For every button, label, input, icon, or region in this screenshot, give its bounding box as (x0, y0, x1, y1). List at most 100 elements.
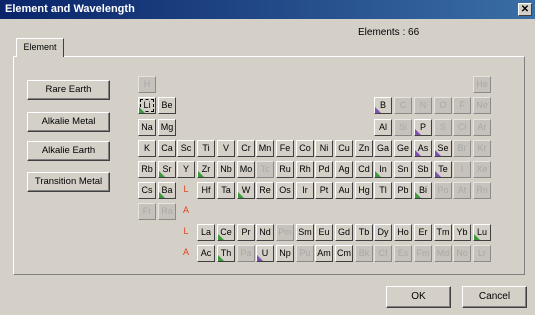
element-cell-tm[interactable]: Tm (434, 224, 452, 241)
element-cell-cs[interactable]: Cs (138, 182, 156, 199)
element-cell-yb[interactable]: Yb (453, 224, 471, 241)
element-cell-pa[interactable]: Pa (237, 245, 255, 262)
element-cell-rh[interactable]: Rh (296, 161, 314, 178)
element-cell-fm[interactable]: Fm (414, 245, 432, 262)
element-cell-gd[interactable]: Gd (335, 224, 353, 241)
element-cell-zn[interactable]: Zn (355, 140, 373, 157)
element-cell-sr[interactable]: Sr (158, 161, 176, 178)
element-cell-pt[interactable]: Pt (315, 182, 333, 199)
element-cell-sm[interactable]: Sm (296, 224, 314, 241)
element-cell-mo[interactable]: Mo (237, 161, 255, 178)
element-cell-ga[interactable]: Ga (374, 140, 392, 157)
element-cell-rn[interactable]: Rn (473, 182, 491, 199)
element-cell-tl[interactable]: Tl (374, 182, 392, 199)
element-cell-tc[interactable]: Tc (256, 161, 274, 178)
element-cell-hg[interactable]: Hg (355, 182, 373, 199)
element-cell-s[interactable]: S (434, 119, 452, 136)
element-cell-y[interactable]: Y (177, 161, 195, 178)
element-cell-ag[interactable]: Ag (335, 161, 353, 178)
element-cell-ru[interactable]: Ru (276, 161, 294, 178)
element-cell-am[interactable]: Am (315, 245, 333, 262)
element-cell-ra[interactable]: Ra (158, 203, 176, 220)
element-cell-u[interactable]: U (256, 245, 274, 262)
element-cell-pu[interactable]: Pu (296, 245, 314, 262)
element-cell-na[interactable]: Na (138, 119, 156, 136)
element-cell-cf[interactable]: Cf (374, 245, 392, 262)
element-cell-cr[interactable]: Cr (237, 140, 255, 157)
alkalie-earth-button[interactable]: Alkalie Earth (27, 141, 110, 161)
element-cell-dy[interactable]: Dy (374, 224, 392, 241)
element-cell-nb[interactable]: Nb (217, 161, 235, 178)
element-cell-cl[interactable]: Cl (453, 119, 471, 136)
element-cell-ge[interactable]: Ge (394, 140, 412, 157)
element-cell-ti[interactable]: Ti (197, 140, 215, 157)
element-cell-li[interactable]: Li (138, 97, 156, 114)
element-cell-as[interactable]: As (414, 140, 432, 157)
element-cell-si[interactable]: Si (394, 119, 412, 136)
element-cell-al[interactable]: Al (374, 119, 392, 136)
element-cell-er[interactable]: Er (414, 224, 432, 241)
element-cell-ne[interactable]: Ne (473, 97, 491, 114)
element-cell-i[interactable]: I (453, 161, 471, 178)
element-cell-bk[interactable]: Bk (355, 245, 373, 262)
element-cell-pm[interactable]: Pm (276, 224, 294, 241)
element-cell-zr[interactable]: Zr (197, 161, 215, 178)
element-cell-sn[interactable]: Sn (394, 161, 412, 178)
element-cell-cu[interactable]: Cu (335, 140, 353, 157)
element-cell-md[interactable]: Md (434, 245, 452, 262)
element-cell-lr[interactable]: Lr (473, 245, 491, 262)
element-cell-la[interactable]: La (197, 224, 215, 241)
element-cell-cd[interactable]: Cd (355, 161, 373, 178)
element-cell-ni[interactable]: Ni (315, 140, 333, 157)
element-cell-at[interactable]: At (453, 182, 471, 199)
element-cell-in[interactable]: In (374, 161, 392, 178)
element-cell-o[interactable]: O (434, 97, 452, 114)
element-cell-k[interactable]: K (138, 140, 156, 157)
element-cell-kr[interactable]: Kr (473, 140, 491, 157)
close-button[interactable]: ✕ (518, 3, 532, 16)
element-cell-nd[interactable]: Nd (256, 224, 274, 241)
element-cell-np[interactable]: Np (276, 245, 294, 262)
element-cell-au[interactable]: Au (335, 182, 353, 199)
element-cell-v[interactable]: V (217, 140, 235, 157)
element-cell-p[interactable]: P (414, 119, 432, 136)
element-cell-pr[interactable]: Pr (237, 224, 255, 241)
element-cell-ir[interactable]: Ir (296, 182, 314, 199)
element-cell-ba[interactable]: Ba (158, 182, 176, 199)
element-cell-th[interactable]: Th (217, 245, 235, 262)
cancel-button[interactable]: Cancel (462, 286, 527, 308)
element-cell-he[interactable]: He (473, 76, 491, 93)
element-cell-n[interactable]: N (414, 97, 432, 114)
element-cell-w[interactable]: W (237, 182, 255, 199)
element-cell-ca[interactable]: Ca (158, 140, 176, 157)
element-cell-mg[interactable]: Mg (158, 119, 176, 136)
alkalie-metal-button[interactable]: Alkalie Metal (27, 112, 110, 132)
element-cell-lu[interactable]: Lu (473, 224, 491, 241)
element-cell-os[interactable]: Os (276, 182, 294, 199)
element-cell-sc[interactable]: Sc (177, 140, 195, 157)
element-cell-hf[interactable]: Hf (197, 182, 215, 199)
element-cell-ce[interactable]: Ce (217, 224, 235, 241)
transition-metal-button[interactable]: Transition Metal (27, 172, 110, 192)
element-cell-tb[interactable]: Tb (355, 224, 373, 241)
element-cell-f[interactable]: F (453, 97, 471, 114)
element-cell-ar[interactable]: Ar (473, 119, 491, 136)
element-cell-ho[interactable]: Ho (394, 224, 412, 241)
rare-earth-button[interactable]: Rare Earth (27, 80, 110, 100)
element-cell-se[interactable]: Se (434, 140, 452, 157)
element-cell-h[interactable]: H (138, 76, 156, 93)
element-cell-pd[interactable]: Pd (315, 161, 333, 178)
element-cell-re[interactable]: Re (256, 182, 274, 199)
element-cell-eu[interactable]: Eu (315, 224, 333, 241)
element-cell-c[interactable]: C (394, 97, 412, 114)
element-cell-po[interactable]: Po (434, 182, 452, 199)
element-cell-be[interactable]: Be (158, 97, 176, 114)
element-cell-es[interactable]: Es (394, 245, 412, 262)
element-cell-b[interactable]: B (374, 97, 392, 114)
element-cell-rb[interactable]: Rb (138, 161, 156, 178)
element-cell-mn[interactable]: Mn (256, 140, 274, 157)
element-cell-xe[interactable]: Xe (473, 161, 491, 178)
element-cell-ta[interactable]: Ta (217, 182, 235, 199)
tab-element[interactable]: Element (16, 38, 64, 57)
element-cell-sb[interactable]: Sb (414, 161, 432, 178)
